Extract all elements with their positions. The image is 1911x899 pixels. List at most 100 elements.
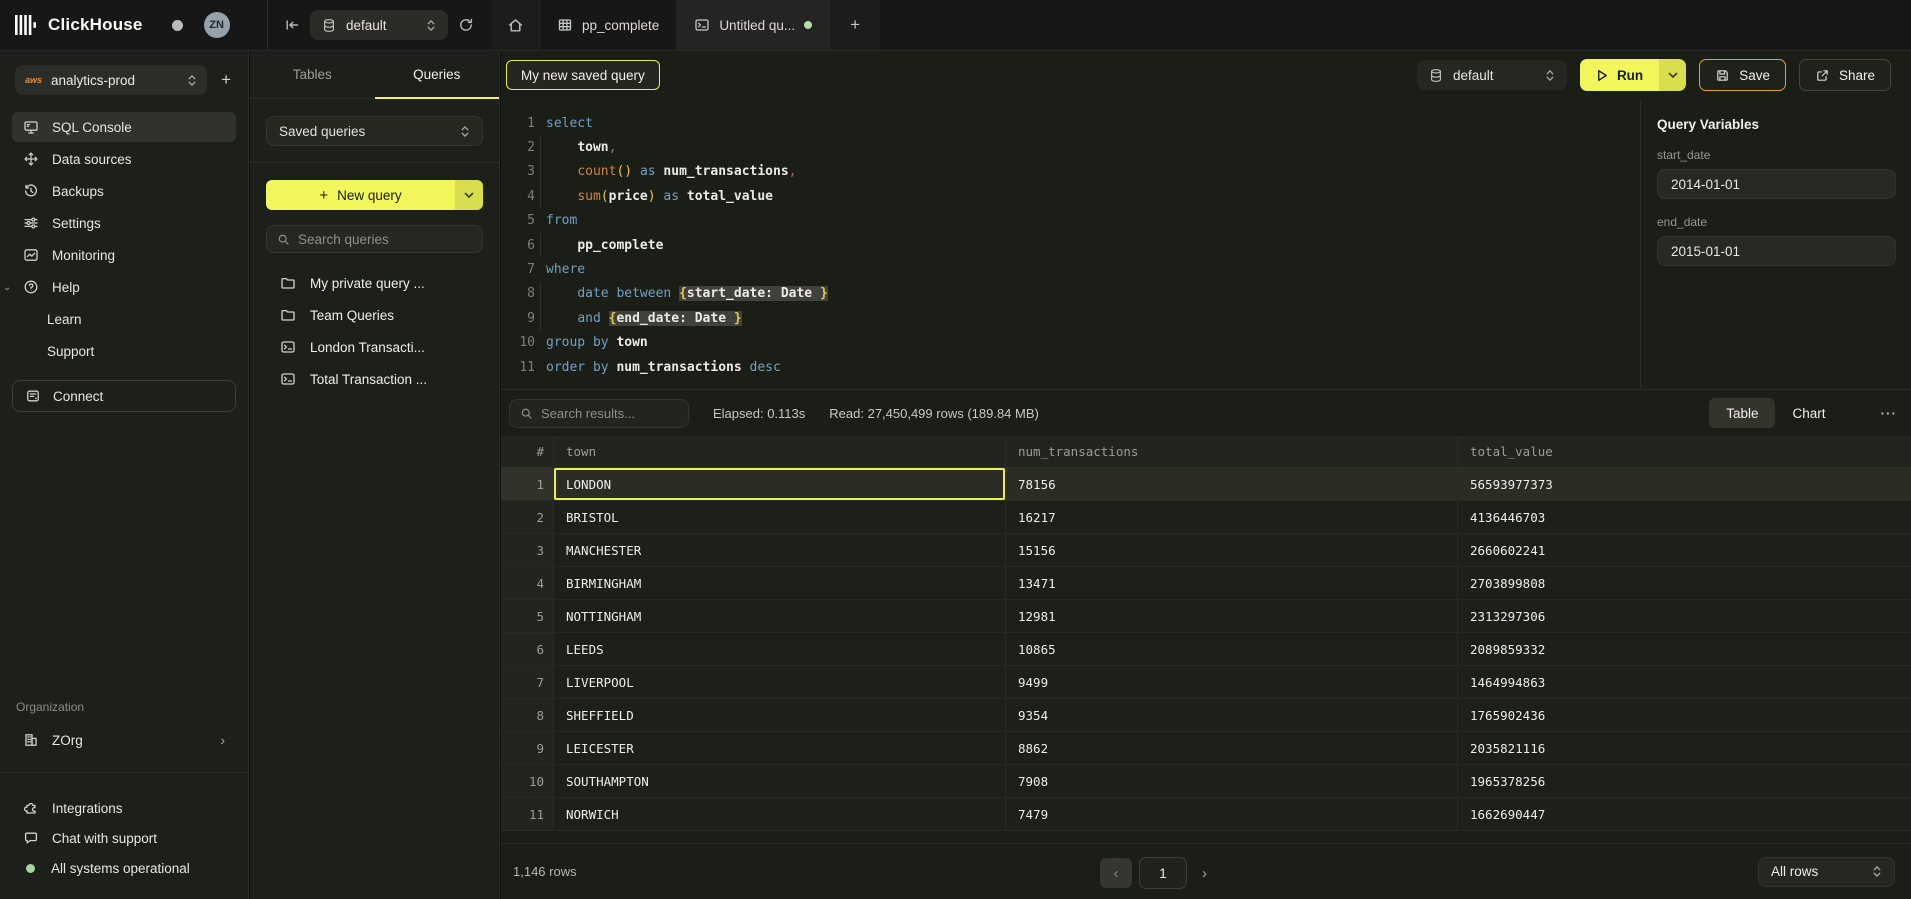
run-dropdown[interactable] <box>1659 59 1686 91</box>
saved-query-item[interactable]: London Transacti... <box>250 331 499 363</box>
workspace-tab[interactable]: Untitled qu... <box>677 0 830 50</box>
more-options-button[interactable]: ··· <box>1881 406 1898 421</box>
tab-queries[interactable]: Queries <box>375 51 500 98</box>
query-name-chip[interactable]: My new saved query <box>506 60 660 90</box>
run-label: Run <box>1617 68 1643 83</box>
table-cell[interactable]: LEICESTER <box>554 732 1006 764</box>
table-cell[interactable]: BIRMINGHAM <box>554 567 1006 599</box>
table-cell[interactable]: 4136446703 <box>1458 501 1911 533</box>
new-query-dropdown[interactable] <box>455 180 483 210</box>
table-cell[interactable]: 9354 <box>1006 699 1458 731</box>
saved-query-item[interactable]: Total Transaction ... <box>250 363 499 395</box>
sidebar-footer-chat-with-support[interactable]: Chat with support <box>12 823 236 853</box>
new-query-button[interactable]: + New query <box>266 180 483 210</box>
table-cell[interactable]: BRISTOL <box>554 501 1006 533</box>
organization-item[interactable]: ZOrg › <box>12 724 236 756</box>
table-cell[interactable]: 7479 <box>1006 798 1458 830</box>
saved-queries-select[interactable]: Saved queries <box>266 116 483 146</box>
editor-database-select[interactable]: default <box>1417 60 1567 90</box>
table-cell[interactable]: 12981 <box>1006 600 1458 632</box>
view-tab-chart[interactable]: Chart <box>1775 398 1842 428</box>
connect-button[interactable]: Connect <box>12 380 236 412</box>
search-results-input[interactable] <box>541 406 678 421</box>
search-queries-input[interactable] <box>298 232 472 247</box>
add-service-button[interactable]: + <box>217 70 235 90</box>
prev-page-button[interactable]: ‹ <box>1100 858 1132 888</box>
table-cell[interactable]: 1464994863 <box>1458 666 1911 698</box>
avatar[interactable]: ZN <box>204 12 230 38</box>
save-button[interactable]: Save <box>1699 59 1786 91</box>
refresh-button[interactable] <box>458 17 474 33</box>
new-tab-button[interactable]: + <box>830 0 880 50</box>
sidebar-item-settings[interactable]: Settings <box>12 208 236 238</box>
table-cell[interactable]: 15156 <box>1006 534 1458 566</box>
row-index-cell[interactable]: 9 <box>501 732 554 764</box>
table-cell[interactable]: 1965378256 <box>1458 765 1911 797</box>
start_date-input[interactable] <box>1657 169 1896 199</box>
row-index-cell[interactable]: 10 <box>501 765 554 797</box>
table-cell[interactable]: 2703899808 <box>1458 567 1911 599</box>
saved-query-item[interactable]: Team Queries <box>250 299 499 331</box>
table-cell[interactable]: LIVERPOOL <box>554 666 1006 698</box>
next-page-button[interactable]: › <box>1194 865 1215 882</box>
run-button[interactable]: Run <box>1580 59 1686 91</box>
row-index-cell[interactable]: 1 <box>501 468 554 500</box>
row-index-cell[interactable]: 4 <box>501 567 554 599</box>
table-cell[interactable]: LEEDS <box>554 633 1006 665</box>
sidebar-item-monitoring[interactable]: Monitoring <box>12 240 236 270</box>
sidebar-item-learn[interactable]: Learn <box>12 304 236 334</box>
topbar-database-select[interactable]: default <box>310 10 448 40</box>
clickhouse-logo-icon[interactable] <box>15 15 37 35</box>
table-cell[interactable]: NORWICH <box>554 798 1006 830</box>
table-cell[interactable]: SOUTHAMPTON <box>554 765 1006 797</box>
home-tab[interactable] <box>492 0 540 50</box>
table-cell[interactable]: 16217 <box>1006 501 1458 533</box>
row-index-cell[interactable]: 2 <box>501 501 554 533</box>
workspace-tab[interactable]: pp_complete <box>540 0 677 50</box>
table-cell[interactable]: 7908 <box>1006 765 1458 797</box>
end_date-input[interactable] <box>1657 236 1896 266</box>
row-index-cell[interactable]: 7 <box>501 666 554 698</box>
table-cell[interactable]: 56593977373 <box>1458 468 1911 500</box>
sidebar-footer-integrations[interactable]: Integrations <box>12 793 236 823</box>
sidebar-item-support[interactable]: Support <box>12 336 236 366</box>
table-cell[interactable]: NOTTINGHAM <box>554 600 1006 632</box>
row-index-cell[interactable]: 6 <box>501 633 554 665</box>
row-index-cell[interactable]: 3 <box>501 534 554 566</box>
table-cell[interactable]: LONDON <box>554 468 1006 500</box>
tab-tables[interactable]: Tables <box>250 51 375 98</box>
column-header-index[interactable]: # <box>501 436 554 467</box>
page-size-select[interactable]: All rows <box>1758 857 1895 887</box>
sidebar-item-sql-console[interactable]: SQL Console <box>12 112 236 142</box>
column-header-num_transactions[interactable]: num_transactions <box>1006 436 1458 467</box>
table-cell[interactable]: 2089859332 <box>1458 633 1911 665</box>
table-cell[interactable]: SHEFFIELD <box>554 699 1006 731</box>
share-button[interactable]: Share <box>1799 59 1891 91</box>
sidebar-footer-all-systems-operational[interactable]: All systems operational <box>12 853 236 883</box>
row-index-cell[interactable]: 8 <box>501 699 554 731</box>
column-header-total_value[interactable]: total_value <box>1458 436 1911 467</box>
table-cell[interactable]: 10865 <box>1006 633 1458 665</box>
table-cell[interactable]: 13471 <box>1006 567 1458 599</box>
table-cell[interactable]: 2313297306 <box>1458 600 1911 632</box>
saved-query-item[interactable]: My private query ... <box>250 267 499 299</box>
sidebar-item-data-sources[interactable]: Data sources <box>12 144 236 174</box>
sidebar-item-help[interactable]: ⌄Help <box>12 272 236 302</box>
column-header-town[interactable]: town <box>554 436 1006 467</box>
row-index-cell[interactable]: 5 <box>501 600 554 632</box>
sql-editor[interactable]: 1select2 town,3 count() as num_transacti… <box>501 99 1640 389</box>
current-page[interactable]: 1 <box>1139 857 1187 889</box>
collapse-sidebar-button[interactable] <box>284 17 300 33</box>
table-cell[interactable]: MANCHESTER <box>554 534 1006 566</box>
service-select[interactable]: aws analytics-prod <box>15 65 207 95</box>
view-tab-table[interactable]: Table <box>1709 398 1775 428</box>
sidebar-item-backups[interactable]: Backups <box>12 176 236 206</box>
table-cell[interactable]: 1765902436 <box>1458 699 1911 731</box>
table-cell[interactable]: 8862 <box>1006 732 1458 764</box>
row-index-cell[interactable]: 11 <box>501 798 554 830</box>
table-cell[interactable]: 9499 <box>1006 666 1458 698</box>
table-cell[interactable]: 2035821116 <box>1458 732 1911 764</box>
table-cell[interactable]: 1662690447 <box>1458 798 1911 830</box>
table-cell[interactable]: 78156 <box>1006 468 1458 500</box>
table-cell[interactable]: 2660602241 <box>1458 534 1911 566</box>
